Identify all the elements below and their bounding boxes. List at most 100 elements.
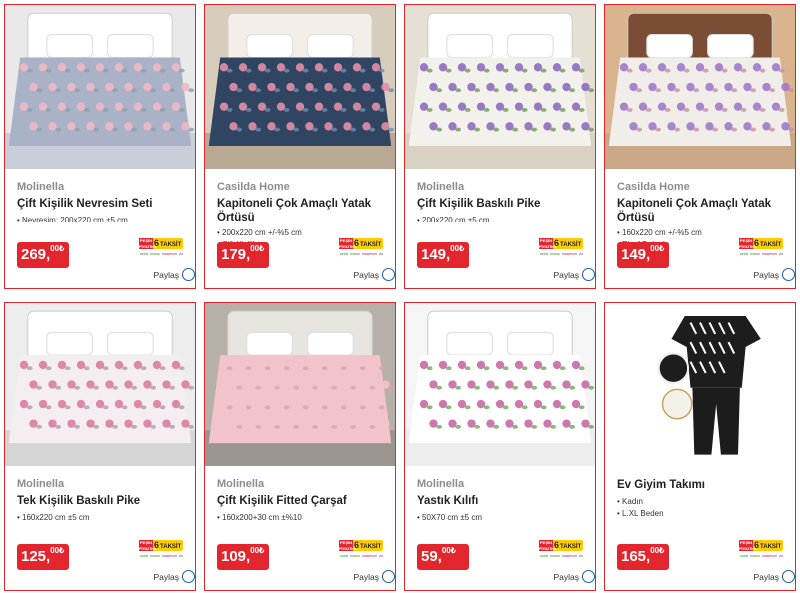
pike-pink-floral-icon[interactable] <box>5 303 195 466</box>
currency-symbol: ₺ <box>259 244 265 253</box>
card-logo: maximum <box>761 554 778 558</box>
product-title[interactable]: Tek Kişilik Baskılı Pike <box>17 494 185 508</box>
share-button[interactable]: Paylaş <box>753 268 795 282</box>
product-card[interactable]: Molinella Yastık Kılıfı 50X70 cm ±5 cm 59,0… <box>404 302 596 591</box>
taksit-label: TAKSİT <box>360 242 382 248</box>
installment-badge: PEŞİN FİYATINA6TAKSİT world bonus maximum A… <box>539 238 583 260</box>
product-brand: Molinella <box>17 181 65 193</box>
taksit-label: TAKSİT <box>760 242 782 248</box>
card-logo: maximum <box>161 554 178 558</box>
product-card[interactable]: Molinella Tek Kişilik Baskılı Pike 160x220… <box>4 302 196 591</box>
share-circle-icon[interactable] <box>382 570 395 583</box>
pillowcase-floral-icon[interactable] <box>405 303 595 466</box>
product-title[interactable]: Çift Kişilik Baskılı Pike <box>417 197 585 211</box>
bedspread-navy-floral-icon[interactable] <box>205 5 395 169</box>
taksit-label: TAKSİT <box>160 544 182 550</box>
share-button[interactable]: Paylaş <box>153 570 195 584</box>
product-specs: 50X70 cm ±5 cm <box>417 512 535 524</box>
pike-purple-floral-icon[interactable] <box>405 5 595 169</box>
taksit-count: 6 <box>754 238 760 248</box>
price-tag: 179,00₺ <box>217 242 269 268</box>
card-logo: maximum <box>561 554 578 558</box>
taksit-label: TAKSİT <box>360 544 382 550</box>
currency-symbol: ₺ <box>59 244 65 253</box>
product-specs: 160x200+30 cm ±%10Penye <box>217 512 335 524</box>
bedding-floral-grey-icon[interactable] <box>5 5 195 169</box>
price-decimal: 00 <box>441 546 451 555</box>
product-card[interactable]: Molinella Çift Kişilik Baskılı Pike 200x22… <box>404 4 596 289</box>
pesin-label: PEŞİN FİYATINA <box>539 540 557 551</box>
installment-badge: PEŞİN FİYATINA6TAKSİT world bonus maximum A… <box>339 540 383 562</box>
price-tag: 125,00₺ <box>17 544 69 570</box>
product-specs: KadınL.XL Beden <box>617 496 735 524</box>
card-logo: bonus <box>750 252 760 256</box>
share-circle-icon[interactable] <box>782 268 795 281</box>
price-integer: 125, <box>21 548 51 565</box>
share-label: Paylaş <box>153 572 179 582</box>
installment-badge: PEŞİN FİYATINA6TAKSİT world bonus maximum A… <box>139 540 183 562</box>
share-circle-icon[interactable] <box>382 268 395 281</box>
share-button[interactable]: Paylaş <box>153 268 195 282</box>
taksit-label: TAKSİT <box>560 544 582 550</box>
installment-badge: PEŞİN FİYATINA6TAKSİT world bonus maximum A… <box>739 540 783 562</box>
card-logo: maximum <box>361 554 378 558</box>
spec-item: L.XL Beden <box>617 508 735 520</box>
product-title[interactable]: Çift Kişilik Fitted Çarşaf <box>217 494 385 508</box>
share-button[interactable]: Paylaş <box>353 268 395 282</box>
product-card[interactable]: Ev Giyim Takımı KadınL.XL Beden 165,00₺ PEŞ… <box>604 302 796 591</box>
price-tag: 59,00₺ <box>417 544 469 570</box>
share-circle-icon[interactable] <box>182 268 195 281</box>
taksit-label: TAKSİT <box>560 242 582 248</box>
card-logo: Axess <box>579 554 583 558</box>
price-tag: 109,00₺ <box>217 544 269 570</box>
installment-badge: PEŞİN FİYATINA6TAKSİT world bonus maximum A… <box>339 238 383 260</box>
spec-item: 50X70 cm ±5 cm <box>417 512 535 524</box>
card-logo: Axess <box>579 252 583 256</box>
pesin-label: PEŞİN FİYATINA <box>139 540 157 551</box>
product-brand: Molinella <box>17 478 65 490</box>
share-button[interactable]: Paylaş <box>753 570 795 584</box>
spec-item: 200x220 cm +/-%5 cm <box>217 227 335 239</box>
product-card[interactable]: Molinella Çift Kişilik Nevresim Seti Nevre… <box>4 4 196 289</box>
spec-item: Nevresim: 200x220 cm ±5 cm <box>17 215 135 222</box>
share-circle-icon[interactable] <box>582 570 595 583</box>
product-grid: Molinella Çift Kişilik Nevresim Seti Nevre… <box>0 0 800 593</box>
fitted-sheet-pink-icon[interactable] <box>205 303 395 466</box>
product-title[interactable]: Ev Giyim Takımı <box>617 478 785 492</box>
taksit-count: 6 <box>554 540 560 550</box>
price-decimal: 00 <box>650 546 660 555</box>
product-title[interactable]: Çift Kişilik Nevresim Seti <box>17 197 185 211</box>
share-label: Paylaş <box>553 270 579 280</box>
price-integer: 59, <box>421 548 442 565</box>
card-logo: maximum <box>561 252 578 256</box>
price-integer: 269, <box>21 246 51 263</box>
product-card[interactable]: Casilda Home Kapitoneli Çok Amaçlı Yatak … <box>604 4 796 289</box>
price-integer: 149, <box>621 246 651 263</box>
share-label: Paylaş <box>353 270 379 280</box>
share-label: Paylaş <box>553 572 579 582</box>
share-button[interactable]: Paylaş <box>353 570 395 584</box>
bedspread-white-floral-icon[interactable] <box>605 5 795 169</box>
product-title[interactable]: Kapitoneli Çok Amaçlı Yatak Örtüsü <box>217 197 385 225</box>
card-logo: bonus <box>350 554 360 558</box>
product-card[interactable]: Molinella Çift Kişilik Fitted Çarşaf 160x2… <box>204 302 396 591</box>
card-logo: maximum <box>161 252 178 256</box>
spec-item: 160x200+30 cm ±%10 <box>217 512 335 524</box>
share-button[interactable]: Paylaş <box>553 570 595 584</box>
card-logo: world <box>140 554 149 558</box>
card-logo: bonus <box>550 252 560 256</box>
card-logo: bonus <box>150 554 160 558</box>
share-circle-icon[interactable] <box>782 570 795 583</box>
product-card[interactable]: Casilda Home Kapitoneli Çok Amaçlı Yatak … <box>204 4 396 289</box>
pajama-set-icon[interactable] <box>605 303 795 466</box>
share-button[interactable]: Paylaş <box>553 268 595 282</box>
pesin-label: PEŞİN FİYATINA <box>339 540 357 551</box>
product-title[interactable]: Yastık Kılıfı <box>417 494 585 508</box>
taksit-label: TAKSİT <box>160 242 182 248</box>
product-title[interactable]: Kapitoneli Çok Amaçlı Yatak Örtüsü <box>617 197 785 225</box>
share-circle-icon[interactable] <box>182 570 195 583</box>
card-logo: maximum <box>361 252 378 256</box>
card-logo: Axess <box>379 252 383 256</box>
share-circle-icon[interactable] <box>582 268 595 281</box>
product-brand: Casilda Home <box>217 181 290 193</box>
